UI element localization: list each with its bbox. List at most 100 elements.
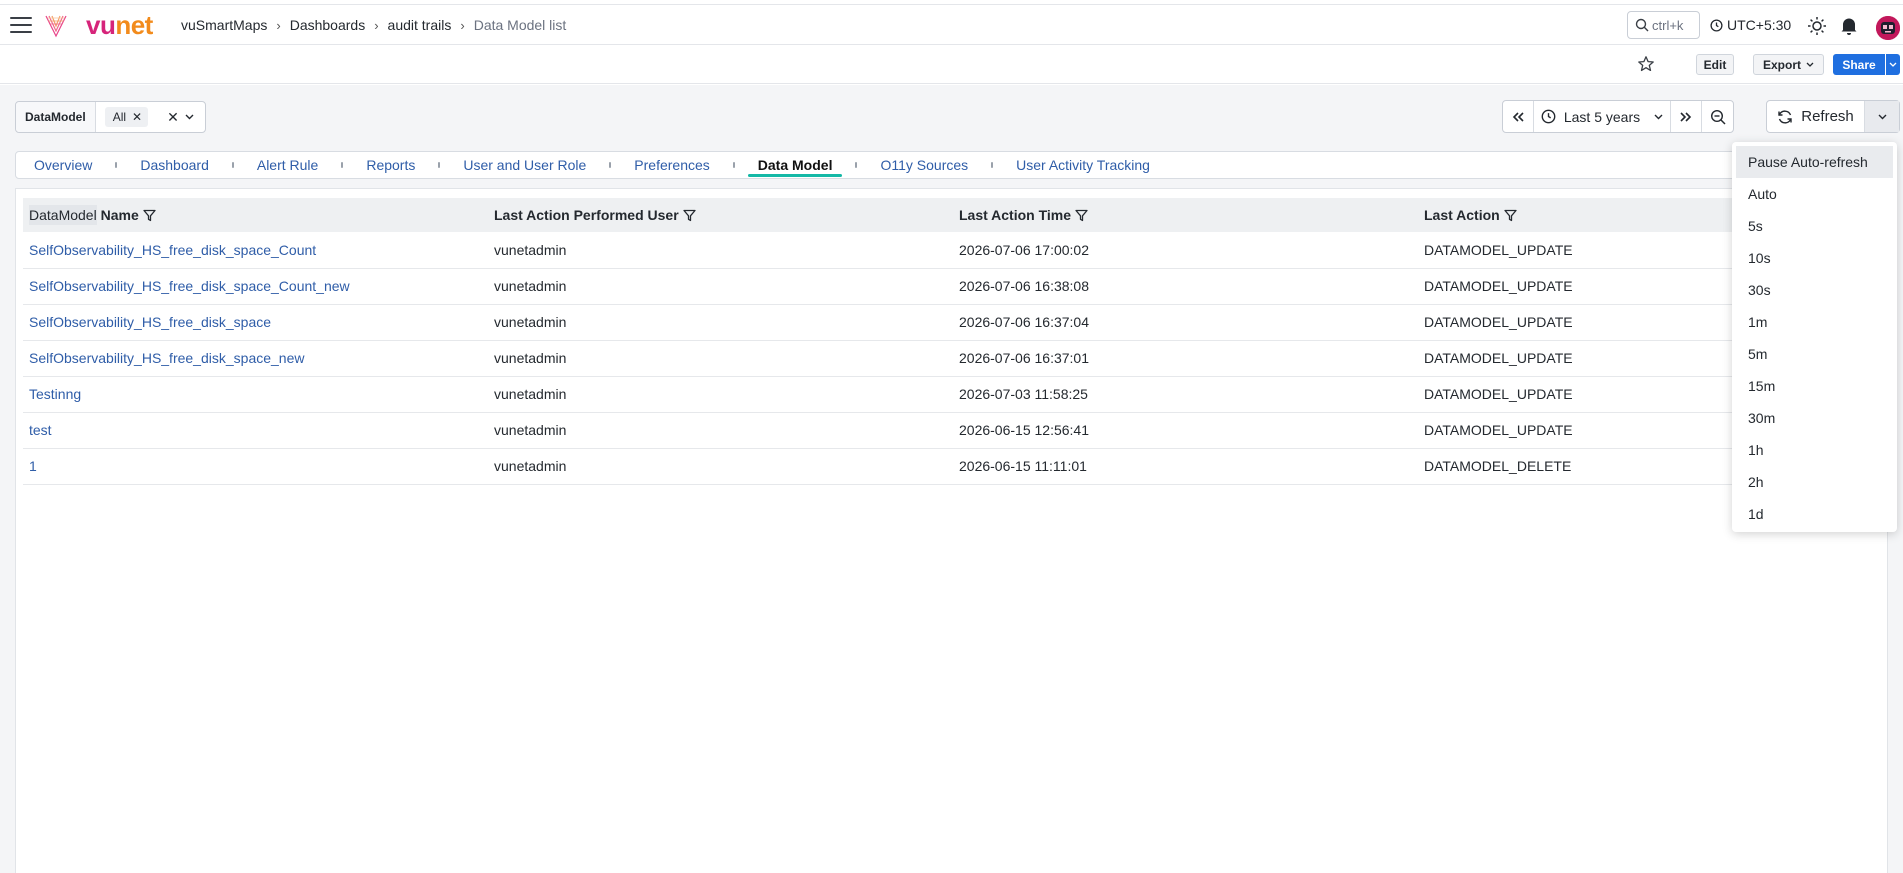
brand-net: net <box>115 10 153 40</box>
chevron-right-icon: › <box>460 17 465 33</box>
filter-label: DataModel <box>16 102 96 132</box>
time-range-button[interactable]: Last 5 years <box>1534 101 1671 132</box>
double-chevron-left-icon <box>1512 111 1524 122</box>
search-shortcut: ctrl+k <box>1652 17 1684 33</box>
refresh-button[interactable]: Refresh <box>1767 101 1865 132</box>
data-model-link[interactable]: test <box>29 422 52 438</box>
tab-dashboard[interactable]: Dashboard <box>125 152 224 178</box>
menu-item-1d[interactable]: 1d <box>1732 498 1897 530</box>
cell-name: 1 <box>23 448 488 485</box>
menu-item-1m[interactable]: 1m <box>1732 306 1897 338</box>
data-model-link[interactable]: SelfObservability_HS_free_disk_space_Cou… <box>29 278 350 294</box>
notification-bell-icon[interactable] <box>1838 15 1860 37</box>
breadcrumb: vuSmartMaps › Dashboards › audit trails … <box>181 17 566 33</box>
menu-icon[interactable] <box>10 17 32 33</box>
cell-name: SelfObservability_HS_free_disk_space_Cou… <box>23 268 488 305</box>
menu-item-5m[interactable]: 5m <box>1732 338 1897 370</box>
filter-icon[interactable] <box>143 209 156 222</box>
data-model-link[interactable]: Testinng <box>29 386 81 402</box>
menu-item-1h[interactable]: 1h <box>1732 434 1897 466</box>
menu-item-5s[interactable]: 5s <box>1732 210 1897 242</box>
cell-time: 2026-07-06 16:37:04 <box>953 304 1418 341</box>
tab-reports[interactable]: Reports <box>351 152 430 178</box>
tab-user-activity-tracking[interactable]: User Activity Tracking <box>1001 152 1165 178</box>
breadcrumb-dashboards[interactable]: Dashboards <box>290 17 366 33</box>
tab-alert-rule[interactable]: Alert Rule <box>242 152 333 178</box>
tab-divider <box>609 162 612 168</box>
double-chevron-right-icon <box>1680 111 1692 122</box>
zoom-out-icon <box>1710 109 1726 125</box>
tab-user-and-user-role[interactable]: User and User Role <box>448 152 601 178</box>
tab-divider <box>231 162 234 168</box>
breadcrumb-vusmartmaps[interactable]: vuSmartMaps <box>181 17 267 33</box>
top-nav-bar: vunet vuSmartMaps › Dashboards › audit t… <box>0 4 1903 45</box>
export-label: Export <box>1762 57 1801 72</box>
data-model-link[interactable]: SelfObservability_HS_free_disk_space_new <box>29 350 304 366</box>
cell-user: vunetadmin <box>488 448 953 485</box>
data-model-link[interactable]: SelfObservability_HS_free_disk_space <box>29 314 271 330</box>
menu-item-10s[interactable]: 10s <box>1732 242 1897 274</box>
menu-item-30m[interactable]: 30m <box>1732 402 1897 434</box>
refresh-icon <box>1778 109 1792 124</box>
chevron-down-icon <box>1878 114 1886 119</box>
tab-preferences[interactable]: Preferences <box>619 152 724 178</box>
filter-chip-label: All <box>112 110 127 124</box>
chip-remove-icon[interactable]: ✕ <box>132 110 142 124</box>
dashboard-toolbar: Edit Export Share <box>0 45 1903 84</box>
chevron-down-icon <box>1889 62 1897 67</box>
star-icon[interactable] <box>1637 55 1655 73</box>
breadcrumb-audit-trails[interactable]: audit trails <box>388 17 452 33</box>
cell-time: 2026-07-06 17:00:02 <box>953 232 1418 269</box>
shift-back-button[interactable] <box>1503 101 1534 132</box>
filter-icon[interactable] <box>1075 209 1088 222</box>
cell-time: 2026-07-03 11:58:25 <box>953 376 1418 413</box>
menu-item-15m[interactable]: 15m <box>1732 370 1897 402</box>
menu-item-auto[interactable]: Auto <box>1732 178 1897 210</box>
column-header-action-label: Last Action <box>1424 207 1500 223</box>
chevron-down-icon[interactable] <box>185 114 194 120</box>
menu-item-pause-auto-refresh[interactable]: Pause Auto-refresh <box>1736 146 1893 178</box>
data-model-table: DataModel Name Last Action Performed Use… <box>23 198 1882 485</box>
export-button[interactable]: Export <box>1753 54 1824 75</box>
zoom-out-button[interactable] <box>1702 101 1733 132</box>
column-header-name: DataModel Name <box>23 198 488 232</box>
menu-item-30s[interactable]: 30s <box>1732 274 1897 306</box>
tab-data-model[interactable]: Data Model <box>743 152 848 178</box>
timezone-selector[interactable]: UTC+5:30 <box>1710 17 1791 33</box>
tab-o11y-sources[interactable]: O11y Sources <box>865 152 983 178</box>
table-row: Testinng vunetadmin 2026-07-03 11:58:25 … <box>23 376 1882 413</box>
cell-time: 2026-07-06 16:37:01 <box>953 340 1418 377</box>
share-button[interactable]: Share <box>1833 54 1885 75</box>
chevron-down-icon <box>1806 62 1814 67</box>
menu-item-2h[interactable]: 2h <box>1732 466 1897 498</box>
edit-button[interactable]: Edit <box>1696 54 1734 75</box>
search-button[interactable]: ctrl+k <box>1627 11 1700 39</box>
tab-divider <box>341 162 344 168</box>
tab-overview[interactable]: Overview <box>19 152 107 178</box>
table-row: SelfObservability_HS_free_disk_space_Cou… <box>23 268 1882 305</box>
filter-icon[interactable] <box>1504 209 1517 222</box>
table-row: SelfObservability_HS_free_disk_space vun… <box>23 304 1882 341</box>
share-menu-button[interactable] <box>1886 54 1900 75</box>
clock-icon <box>1541 109 1556 124</box>
data-model-list-panel: DataModel Name Last Action Performed Use… <box>15 188 1888 873</box>
avatar[interactable] <box>1876 16 1900 40</box>
filter-chip: All ✕ <box>104 107 149 127</box>
chevron-right-icon: › <box>276 17 281 33</box>
clear-filter-icon[interactable]: ✕ <box>167 109 179 126</box>
table-row: 1 vunetadmin 2026-06-15 11:11:01 DATAMOD… <box>23 448 1882 485</box>
table-row: test vunetadmin 2026-06-15 12:56:41 DATA… <box>23 412 1882 449</box>
chevron-right-icon: › <box>374 17 379 33</box>
data-model-link[interactable]: SelfObservability_HS_free_disk_space_Cou… <box>29 242 316 258</box>
refresh-label: Refresh <box>1801 108 1854 125</box>
data-model-link[interactable]: 1 <box>29 458 37 474</box>
refresh-interval-button[interactable] <box>1865 101 1899 132</box>
filter-icon[interactable] <box>682 209 696 222</box>
brand-logo[interactable]: vunet <box>86 11 153 39</box>
time-range-picker: Last 5 years <box>1502 100 1734 133</box>
theme-toggle-icon[interactable] <box>1806 15 1828 37</box>
cell-time: 2026-07-06 16:38:08 <box>953 268 1418 305</box>
shift-forward-button[interactable] <box>1671 101 1702 132</box>
datamodel-filter[interactable]: DataModel All ✕ ✕ <box>15 101 206 133</box>
table-row: SelfObservability_HS_free_disk_space_new… <box>23 340 1882 377</box>
